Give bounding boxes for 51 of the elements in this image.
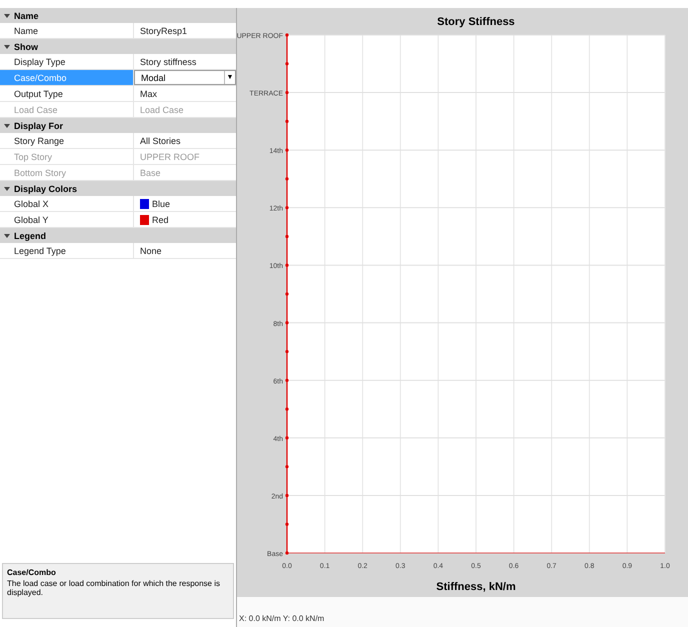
data-point bbox=[285, 436, 289, 440]
category-header[interactable]: Show bbox=[0, 39, 236, 54]
data-point bbox=[285, 264, 289, 267]
property-value: Max bbox=[139, 88, 158, 100]
description-text: The load case or load combination for which the response is displayed. bbox=[7, 579, 222, 597]
data-point bbox=[285, 408, 289, 411]
expander-icon[interactable] bbox=[4, 232, 10, 238]
data-point bbox=[285, 551, 289, 555]
category-header[interactable]: Legend bbox=[0, 228, 236, 243]
status-text: X: 0.0 kN/m Y: 0.0 kN/m bbox=[239, 614, 324, 623]
property-value: Story stiffness bbox=[139, 56, 198, 69]
data-point bbox=[285, 292, 289, 296]
data-point bbox=[285, 148, 289, 152]
data-point bbox=[285, 378, 289, 382]
x-axis-title: Stiffness, kN/m bbox=[436, 581, 516, 593]
expander-icon[interactable] bbox=[4, 44, 10, 50]
expander-icon[interactable] bbox=[4, 12, 10, 18]
property-value: UPPER ROOF bbox=[139, 150, 201, 164]
data-point bbox=[285, 90, 289, 94]
property-name[interactable]: Global X bbox=[0, 196, 134, 211]
data-point bbox=[285, 350, 289, 354]
property-value: StoryResp1 bbox=[139, 24, 188, 38]
data-point bbox=[285, 494, 289, 498]
property-name[interactable]: Global Y bbox=[0, 212, 134, 227]
property-name[interactable]: Legend Type bbox=[0, 243, 134, 258]
property-value: Base bbox=[139, 166, 162, 180]
data-point bbox=[285, 465, 289, 468]
category-header[interactable]: Display For bbox=[0, 118, 236, 133]
property-value: None bbox=[139, 244, 163, 258]
data-point bbox=[285, 33, 289, 37]
expander-icon[interactable] bbox=[4, 186, 10, 192]
data-point bbox=[285, 522, 289, 526]
property-name[interactable]: Display Type bbox=[0, 54, 134, 69]
data-point bbox=[285, 234, 289, 238]
expander-icon[interactable] bbox=[4, 122, 10, 128]
data-point bbox=[285, 62, 289, 66]
property-name[interactable]: Output Type bbox=[0, 86, 134, 101]
property-name[interactable]: Story Range bbox=[0, 133, 134, 148]
property-name[interactable]: Name bbox=[0, 23, 134, 38]
data-point bbox=[285, 120, 289, 123]
property-value: Load Case bbox=[139, 104, 185, 116]
data-point bbox=[285, 321, 289, 324]
description-title: Case/Combo bbox=[7, 568, 57, 577]
data-point bbox=[285, 206, 289, 210]
property-value: All Stories bbox=[139, 134, 182, 148]
property-value: Blue bbox=[134, 196, 236, 211]
property-value: Red bbox=[134, 212, 236, 227]
category-header[interactable]: Display Colors bbox=[0, 181, 236, 196]
chart-title: Story Stiffness bbox=[437, 16, 515, 28]
data-point bbox=[285, 177, 289, 180]
category-header[interactable]: Name bbox=[0, 8, 236, 23]
